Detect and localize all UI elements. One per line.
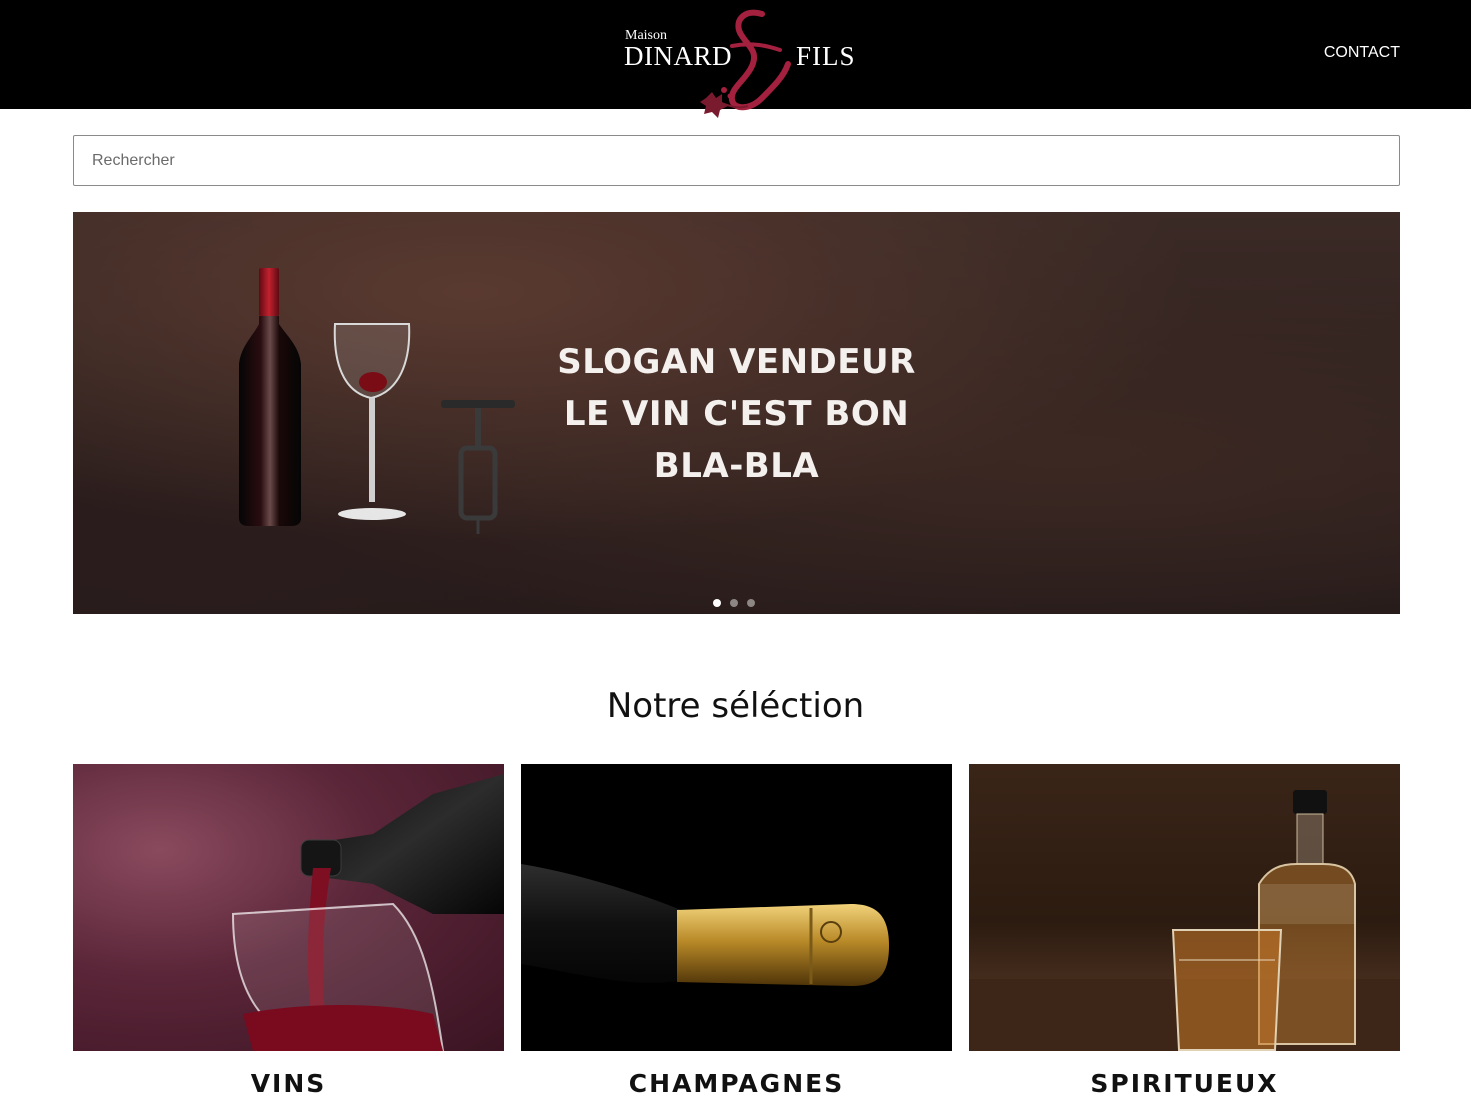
hero-carousel[interactable]: SLOGAN VENDEUR LE VIN C'EST BON BLA-BLA [73, 212, 1400, 614]
category-label-vins: VINS [250, 1069, 327, 1098]
wine-pour-image [73, 764, 504, 1051]
nav-contact-link[interactable]: CONTACT [1324, 44, 1400, 62]
carousel-dot-3[interactable] [747, 599, 755, 607]
whiskey-image [969, 764, 1400, 1051]
category-label-champagnes: CHAMPAGNES [628, 1069, 845, 1098]
site-header: Maison DINARD FILS CONTACT [0, 0, 1471, 118]
search-input[interactable] [73, 135, 1400, 186]
carousel-dot-2[interactable] [730, 599, 738, 607]
carousel-indicators [713, 594, 764, 612]
logo-fils-text: FILS [796, 41, 856, 71]
hero-slogan-line-1: SLOGAN VENDEUR [557, 342, 916, 382]
champagne-bottle-image [521, 764, 952, 1051]
whiskey-glass-icon [1171, 929, 1283, 1051]
selection-title: Notre séléction [606, 686, 865, 726]
ampersand-grape-icon [700, 9, 791, 118]
carousel-dot-1[interactable] [713, 599, 721, 607]
hero-slogan-line-3: BLA-BLA [653, 446, 820, 486]
category-card-spiritueux[interactable]: SPIRITUEUX [969, 764, 1400, 1098]
category-card-vins[interactable]: VINS [73, 764, 504, 1098]
category-card-champagnes[interactable]: CHAMPAGNES [521, 764, 952, 1098]
hero-slogan-line-2: LE VIN C'EST BON [563, 394, 910, 434]
category-label-spiritueux: SPIRITUEUX [1090, 1069, 1279, 1098]
brand-logo[interactable]: Maison DINARD FILS [600, 0, 870, 130]
